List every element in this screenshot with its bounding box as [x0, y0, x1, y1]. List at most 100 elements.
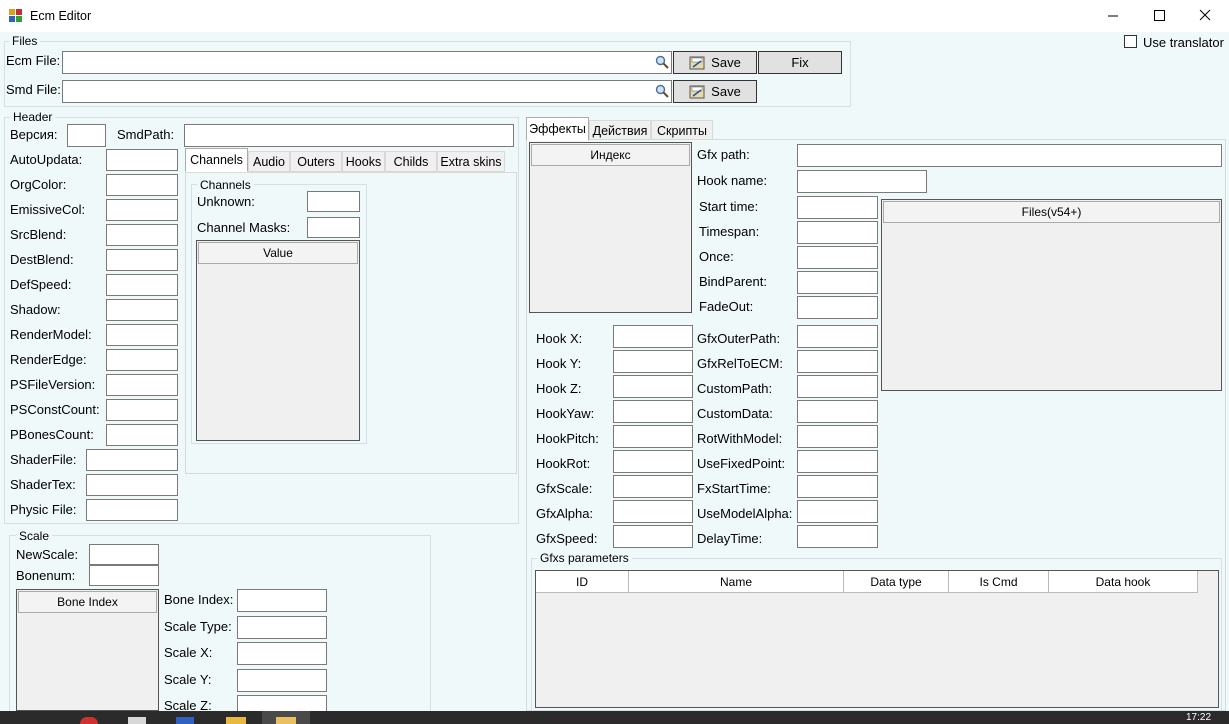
delaytime-input[interactable] [797, 525, 878, 548]
shaderfile-input[interactable] [86, 449, 178, 471]
search-icon[interactable] [655, 55, 669, 69]
pbonescount-input[interactable] [106, 424, 178, 446]
newscale-input[interactable] [89, 544, 159, 565]
save-ecm-button[interactable]: Save [673, 51, 757, 74]
hookrot-input[interactable] [613, 450, 693, 473]
bone-index-column-header[interactable]: Bone Index [18, 591, 157, 613]
emissivecol-input[interactable] [106, 199, 178, 221]
maximize-icon[interactable] [1149, 6, 1169, 26]
channel-masks-input[interactable] [307, 217, 360, 238]
destblend-input[interactable] [106, 249, 178, 271]
psconstcount-input[interactable] [106, 399, 178, 421]
fix-button[interactable]: Fix [758, 51, 842, 74]
hook-name-label: Hook name: [697, 173, 768, 188]
fadeout-input[interactable] [797, 296, 878, 319]
tab-scripts[interactable]: Скрипты [651, 120, 713, 141]
grid-header-is-cmd[interactable]: Is Cmd [949, 571, 1049, 593]
scale-y-label: Scale Y: [164, 671, 212, 687]
bindparent-input[interactable] [797, 271, 878, 294]
channel-value-list[interactable]: Value [196, 240, 360, 441]
save-smd-button[interactable]: Save [673, 80, 757, 103]
bone-index-list[interactable]: Bone Index [16, 589, 159, 711]
shadertex-input[interactable] [86, 474, 178, 496]
hookyaw-input[interactable] [613, 400, 693, 423]
files-v54-list[interactable]: Files(v54+) [881, 199, 1222, 391]
usemodelalpha-input[interactable] [797, 500, 878, 523]
hook-y-input[interactable] [613, 350, 693, 373]
hook-name-input[interactable] [797, 170, 927, 193]
bonenum-input[interactable] [89, 565, 159, 586]
custompath-input[interactable] [797, 375, 878, 398]
folder-icon[interactable] [226, 717, 246, 724]
renderedge-input[interactable] [106, 349, 178, 371]
gfx-path-label: Gfx path: [697, 147, 750, 162]
orgcolor-input[interactable] [106, 174, 178, 196]
once-label: Once: [699, 249, 734, 264]
tab-childs[interactable]: Childs [385, 151, 437, 172]
physic-file-input[interactable] [86, 499, 178, 521]
document-icon[interactable] [128, 717, 146, 724]
smdpath-input[interactable] [184, 124, 514, 147]
fxstarttime-input[interactable] [797, 475, 878, 498]
app-icon-blue[interactable] [176, 717, 194, 724]
tab-audio[interactable]: Audio [248, 151, 290, 172]
psfileversion-input[interactable] [106, 374, 178, 396]
header-tabs: Channels Audio Outers Hooks Childs Extra… [185, 148, 515, 174]
grid-header-data-hook[interactable]: Data hook [1049, 571, 1198, 593]
use-translator-checkbox[interactable] [1124, 35, 1137, 48]
customdata-input[interactable] [797, 400, 878, 423]
taskbar: 17:22 [0, 711, 1229, 724]
scale-y-input[interactable] [237, 668, 327, 692]
gfxs-parameters-title: Gfxs parameters [537, 551, 632, 565]
hookpitch-input[interactable] [613, 425, 693, 448]
smd-file-input[interactable] [62, 80, 672, 103]
scale-type-input[interactable] [237, 615, 327, 639]
effects-index-list[interactable]: Индекс [529, 142, 692, 313]
search-icon[interactable] [655, 84, 669, 98]
files-v54-column-header[interactable]: Files(v54+) [883, 201, 1220, 223]
gfxalpha-input[interactable] [613, 500, 693, 523]
close-icon[interactable] [1195, 6, 1215, 26]
tab-extra-skins[interactable]: Extra skins [437, 151, 505, 172]
ecm-file-label: Ecm File: [6, 53, 61, 68]
browser-icon[interactable] [80, 717, 98, 724]
shadow-input[interactable] [106, 299, 178, 321]
hook-z-input[interactable] [613, 375, 693, 398]
tab-channels[interactable]: Channels [185, 148, 248, 172]
scale-x-input[interactable] [237, 642, 327, 665]
usefixedpoint-input[interactable] [797, 450, 878, 473]
ecm-editor-task-icon[interactable] [262, 711, 310, 724]
gfxs-parameters-grid[interactable]: ID Name Data type Is Cmd Data hook [535, 570, 1219, 708]
srcblend-input[interactable] [106, 224, 178, 246]
once-input[interactable] [797, 246, 878, 269]
defspeed-input[interactable] [106, 274, 178, 296]
gfx-path-input[interactable] [797, 144, 1222, 167]
bindparent-label: BindParent: [699, 274, 767, 289]
unknown-input[interactable] [307, 191, 360, 212]
srcblend-label: SrcBlend: [10, 227, 67, 242]
grid-header-name[interactable]: Name [629, 571, 844, 593]
bone-index-input[interactable] [237, 589, 327, 612]
gfxouterpath-input[interactable] [797, 325, 878, 348]
rotwithmodel-input[interactable] [797, 425, 878, 448]
tab-effects[interactable]: Эффекты [526, 117, 589, 141]
minimize-icon[interactable] [1103, 6, 1123, 26]
start-time-input[interactable] [797, 196, 878, 219]
tab-outers[interactable]: Outers [290, 151, 342, 172]
tab-actions[interactable]: Действия [589, 120, 651, 141]
timespan-input[interactable] [797, 221, 878, 244]
save-ecm-label: Save [711, 55, 741, 70]
value-column-header[interactable]: Value [198, 242, 358, 264]
grid-header-id[interactable]: ID [536, 571, 629, 593]
hook-x-input[interactable] [613, 325, 693, 348]
tab-hooks[interactable]: Hooks [342, 151, 385, 172]
index-column-header[interactable]: Индекс [531, 144, 690, 166]
gfxspeed-input[interactable] [613, 525, 693, 548]
gfxreltoecm-input[interactable] [797, 350, 878, 373]
rendermodel-input[interactable] [106, 324, 178, 346]
grid-header-data-type[interactable]: Data type [844, 571, 949, 593]
gfxscale-input[interactable] [613, 475, 693, 498]
autoupdata-input[interactable] [106, 149, 178, 171]
version-input[interactable] [67, 124, 106, 147]
ecm-file-input[interactable] [62, 51, 672, 74]
